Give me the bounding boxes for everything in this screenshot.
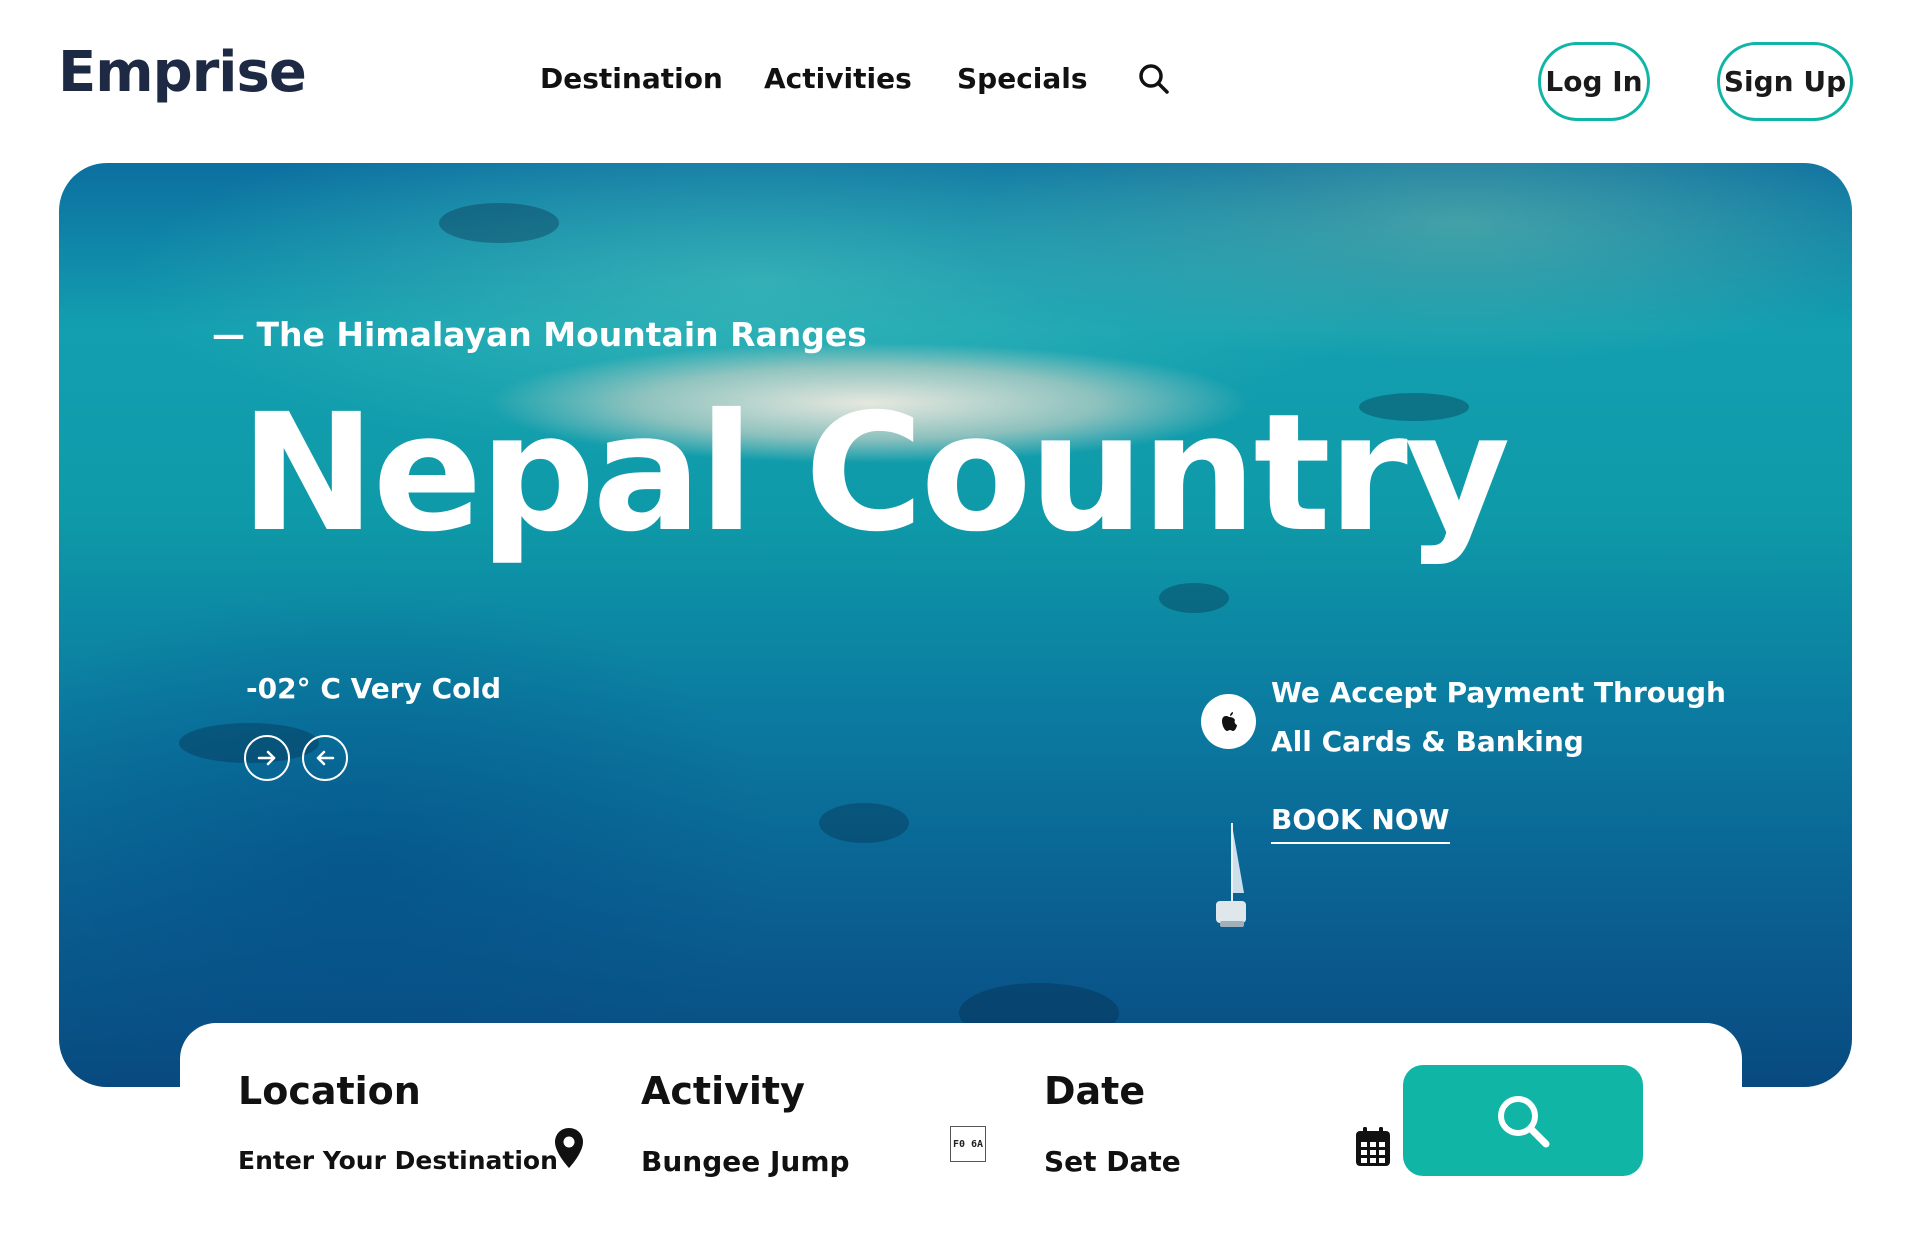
map-pin-icon[interactable] — [553, 1126, 585, 1170]
date-label: Date — [1044, 1069, 1146, 1113]
activity-label: Activity — [641, 1069, 805, 1113]
temperature-text: -02° C Very Cold — [246, 672, 501, 705]
hero-eyebrow: — The Himalayan Mountain Ranges — [212, 315, 867, 354]
arrow-left-icon[interactable] — [302, 735, 348, 781]
location-input[interactable]: Enter Your Destination — [238, 1146, 558, 1175]
login-button[interactable]: Log In — [1538, 42, 1650, 121]
payment-text-line2: All Cards & Banking — [1271, 725, 1584, 758]
payment-text-line1: We Accept Payment Through — [1271, 676, 1726, 709]
apple-icon — [1201, 694, 1256, 749]
activity-select[interactable]: Bungee Jump — [641, 1145, 850, 1178]
nav-specials[interactable]: Specials — [957, 62, 1088, 95]
hero-headline: Nepal Country — [240, 380, 1510, 568]
nav-activities[interactable]: Activities — [764, 62, 912, 95]
search-button[interactable] — [1403, 1065, 1643, 1176]
search-icon — [1498, 1095, 1550, 1147]
location-label: Location — [238, 1069, 421, 1113]
calendar-icon[interactable] — [1354, 1126, 1392, 1168]
date-input[interactable]: Set Date — [1044, 1145, 1181, 1178]
brand-logo[interactable]: Emprise — [58, 40, 307, 105]
missing-glyph-icon[interactable]: F0 6A — [950, 1126, 986, 1162]
book-now-link[interactable]: BOOK NOW — [1271, 803, 1450, 844]
arrow-right-icon[interactable] — [244, 735, 290, 781]
search-icon[interactable] — [1137, 62, 1171, 96]
hero-banner — [59, 163, 1852, 1087]
nav-destination[interactable]: Destination — [540, 62, 723, 95]
signup-button[interactable]: Sign Up — [1717, 42, 1853, 121]
sailboat-image — [1216, 823, 1246, 927]
